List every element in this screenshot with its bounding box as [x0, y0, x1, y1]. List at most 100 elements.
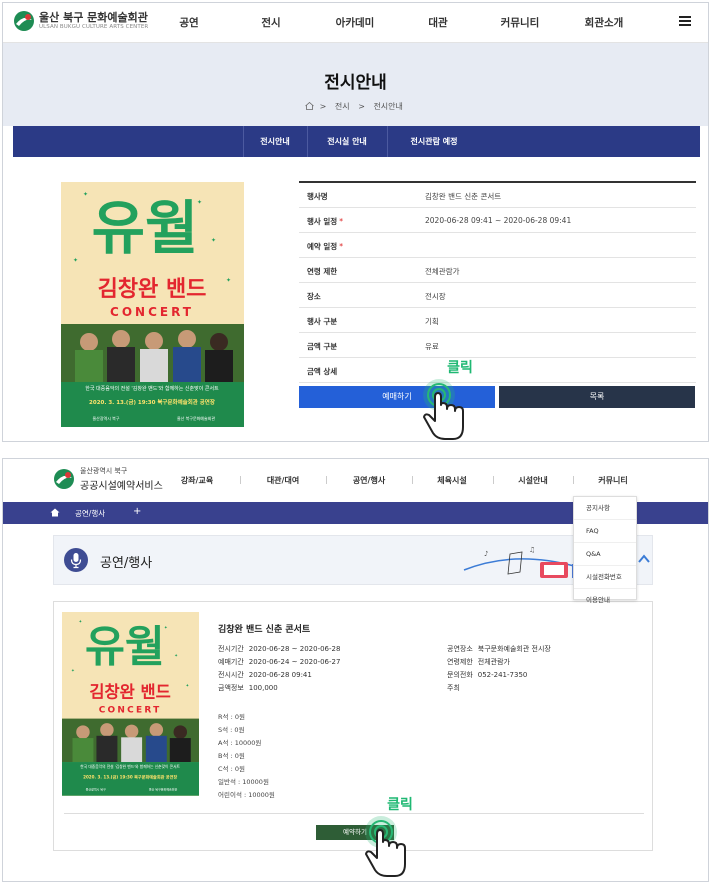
menu-divider	[240, 476, 241, 484]
click-hand-pointer-icon	[365, 816, 406, 877]
poster-organizer: 울산광역시 북구	[92, 415, 119, 421]
click-hand-pointer-icon	[423, 379, 464, 440]
event-info-table: 행사명 김창완 밴드 신춘 콘서트 행사 일정 * 2020-06-28 09:41 …	[299, 181, 696, 383]
info-value: 유료	[425, 342, 439, 351]
menu-rental[interactable]: 대관	[428, 15, 447, 30]
event-title: 김창완 밴드 신춘 콘서트	[218, 625, 311, 635]
svg-text:✦: ✦	[211, 237, 216, 244]
menu-performance-event[interactable]: 공연/행사	[353, 475, 385, 486]
breadcrumb-separator: >	[358, 102, 365, 111]
poster-organizer: 울산광역시 북구	[86, 786, 106, 791]
event-detail-card: ✦ ✦ ✦ ✦ ✦ 유월 김창완 밴드 CONCERT 한국 대중음악의 전설 '김	[53, 601, 653, 851]
info-value: 전체관람가	[425, 267, 460, 276]
menu-about[interactable]: 회관소개	[585, 15, 624, 30]
arts-center-logo[interactable]: 울산 북구 문화예술회관 ULSAN BUKGU CULTURE ARTS CE…	[13, 10, 148, 32]
info-key: 연령 제한	[307, 267, 338, 276]
breadcrumb: > 전시 > 전시안내	[3, 101, 708, 112]
required-mark: *	[339, 242, 343, 251]
reservation-service-logo[interactable]: 울산광역시 북구 공공시설예약서비스	[53, 466, 163, 492]
arts-center-logo-icon	[14, 11, 34, 31]
list-button[interactable]: 목록	[499, 386, 695, 408]
svg-text:✦: ✦	[73, 257, 78, 264]
detail-row: 공연장소 북구문화예술회관 전시장	[447, 645, 551, 653]
dropdown-item-phone-numbers[interactable]: 시설전화번호	[574, 566, 636, 589]
detail-row: 전시시간 2020-06-28 09:41	[218, 671, 312, 679]
dropdown-item-faq[interactable]: FAQ	[574, 520, 636, 543]
detail-row: 주최	[447, 684, 460, 692]
subnav-upcoming-exhibitions[interactable]: 전시관람 예정	[387, 126, 481, 157]
subnav-exhibition-info[interactable]: 전시안내	[243, 126, 307, 157]
poster-venue: 울산 북구문화예술회관	[149, 786, 178, 791]
divider	[64, 813, 644, 814]
menu-community[interactable]: 커뮤니티	[598, 475, 627, 486]
hamburger-menu-icon[interactable]	[679, 16, 691, 26]
microphone-icon	[64, 548, 88, 572]
section-header: 공연/행사 ♪ ♫	[53, 535, 653, 585]
page-hero: 전시안내 > 전시 > 전시안내	[3, 43, 708, 126]
menu-lecture-education[interactable]: 강좌/교육	[181, 475, 213, 486]
info-key: 장소	[307, 292, 321, 301]
logo-name-ko: 울산 북구 문화예술회관	[39, 10, 148, 24]
sub-navigation: 전시안내 전시실 안내 전시관람 예정	[13, 126, 700, 157]
info-value: 기획	[425, 317, 439, 326]
breadcrumb-item-exhibition[interactable]: 전시	[335, 102, 350, 111]
seat-price: R석 : 0원	[218, 713, 245, 721]
svg-text:✦: ✦	[83, 191, 88, 198]
info-key: 금액 상세	[307, 367, 338, 376]
poster-concert-label: CONCERT	[99, 706, 162, 716]
public-facility-reservation-page: 울산광역시 북구 공공시설예약서비스 강좌/교육 대관/대여 공연/행사 체육시…	[2, 458, 709, 882]
poster-band-photo	[62, 718, 199, 763]
dropdown-item-qna[interactable]: Q&A	[574, 543, 636, 566]
menu-community[interactable]: 커뮤니티	[501, 15, 540, 30]
current-location[interactable]: 공연/행사	[75, 508, 105, 519]
poster-band-name: 김창완 밴드	[89, 683, 170, 702]
svg-text:✦: ✦	[174, 653, 178, 659]
info-row: 예약 일정 *	[299, 233, 696, 258]
info-value: 2020-06-28 09:41 ~ 2020-06-28 09:41	[425, 216, 572, 225]
logo-service-name: 공공시설예약서비스	[80, 481, 163, 492]
svg-text:✦: ✦	[71, 668, 75, 674]
detail-row: 전시기간 2020-06-28 ~ 2020-06-28	[218, 645, 341, 653]
info-row: 금액 구분 유료	[299, 333, 696, 358]
click-annotation-label: 클릭	[447, 360, 473, 376]
dropdown-item-notice[interactable]: 공지사항	[574, 497, 636, 520]
seat-price: C석 : 0원	[218, 765, 245, 773]
section-title: 공연/행사	[100, 556, 153, 571]
seat-price: B석 : 0원	[218, 752, 245, 760]
info-key: 행사 구분	[307, 317, 338, 326]
svg-text:✦: ✦	[226, 277, 231, 284]
seat-price: S석 : 0원	[218, 726, 245, 734]
menu-performance[interactable]: 공연	[179, 15, 198, 30]
poster-date: 2020. 3. 13.(금) 19:30 북구문화예술회관 공연장	[89, 398, 215, 406]
home-icon[interactable]	[50, 508, 60, 517]
breadcrumb-separator: >	[319, 102, 327, 111]
chevron-up-icon[interactable]	[638, 554, 650, 564]
svg-text:✦: ✦	[186, 683, 190, 689]
expand-plus-icon[interactable]: +	[133, 506, 141, 517]
screenshot-root: 울산 북구 문화예술회관 ULSAN BUKGU CULTURE ARTS CE…	[0, 0, 711, 886]
menu-sports-facility[interactable]: 체육시설	[437, 475, 466, 486]
logo-name-en: ULSAN BUKGU CULTURE ARTS CENTER	[39, 23, 149, 30]
poster-date: 2020. 3. 13.(금) 19:30 북구문화예술회관 공연장	[83, 773, 177, 779]
menu-academy[interactable]: 아카데미	[336, 15, 375, 30]
poster-description: 한국 대중음악의 전설 '김창완 밴드'와 함께하는 신춘맞이 콘서트	[80, 764, 180, 769]
poster-title-big: 유월	[85, 624, 165, 672]
info-row: 행사명 김창완 밴드 신춘 콘서트	[299, 183, 696, 208]
poster-concert-label: CONCERT	[110, 305, 194, 319]
info-value: 전시장	[425, 292, 446, 301]
subnav-exhibition-room[interactable]: 전시실 안내	[307, 126, 387, 157]
info-key: 행사 일정 *	[307, 217, 343, 226]
arts-center-exhibition-page: 울산 북구 문화예술회관 ULSAN BUKGU CULTURE ARTS CE…	[2, 2, 709, 442]
logo-city-name: 울산광역시 북구	[80, 467, 128, 475]
menu-divider	[412, 476, 413, 484]
breadcrumb-item-exhibition-info[interactable]: 전시안내	[373, 102, 402, 111]
dropdown-item-usage-guide[interactable]: 이용안내	[574, 589, 636, 612]
page-title: 전시안내	[324, 73, 387, 93]
menu-exhibition[interactable]: 전시	[261, 15, 280, 30]
info-row: 금액 상세	[299, 358, 696, 383]
event-poster: ✦ ✦ ✦ ✦ ✦ 유월 김창완 밴드 CONCERT 한국 대중음악의 전설 '김	[62, 612, 199, 796]
menu-rental[interactable]: 대관/대여	[267, 475, 299, 486]
menu-facility-info[interactable]: 시설안내	[518, 475, 547, 486]
home-icon[interactable]	[305, 102, 314, 110]
poster-title-big: 유월	[92, 196, 199, 261]
